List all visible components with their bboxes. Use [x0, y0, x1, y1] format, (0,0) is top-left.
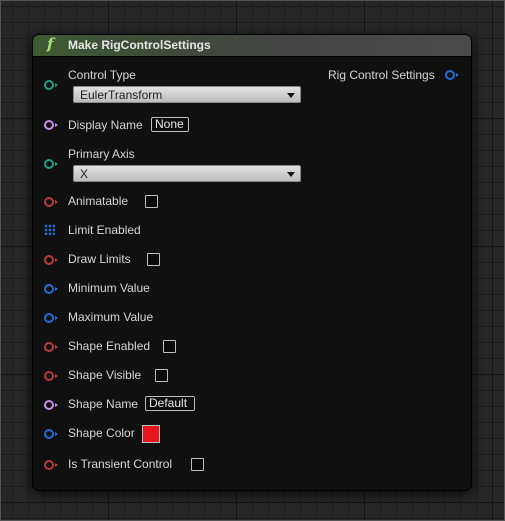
is-transient-control-pin[interactable]: [44, 460, 59, 470]
minimum-value-label: Minimum Value: [68, 281, 150, 295]
pin-ring-icon: [44, 313, 54, 323]
pin-ring-icon: [44, 255, 54, 265]
pin-arrow-icon: [55, 162, 58, 166]
node-title: Make RigControlSettings: [68, 38, 211, 52]
draw-limits-label: Draw Limits: [68, 252, 131, 266]
draw-limits-pin[interactable]: [44, 255, 59, 265]
pin-arrow-icon: [55, 374, 58, 378]
display-name-pin[interactable]: [44, 120, 59, 130]
pin-arrow-icon: [55, 123, 58, 127]
animatable-checkbox[interactable]: [145, 195, 158, 208]
pin-ring-icon: [44, 400, 54, 410]
pin-ring-icon: [44, 342, 54, 352]
control-type-dropdown[interactable]: EulerTransform: [73, 86, 301, 103]
pin-arrow-icon: [55, 463, 58, 467]
pin-arrow-icon: [55, 403, 58, 407]
pin-ring-icon: [44, 284, 54, 294]
pin-arrow-icon: [55, 200, 58, 204]
display-name-label: Display Name: [68, 118, 143, 132]
function-icon: f: [47, 35, 54, 53]
pin-ring-icon: [445, 70, 455, 80]
shape-name-pin[interactable]: [44, 400, 59, 410]
pin-ring-icon: [44, 371, 54, 381]
array-grid-icon: [44, 224, 55, 235]
draw-limits-checkbox[interactable]: [147, 253, 160, 266]
shape-enabled-checkbox[interactable]: [163, 340, 176, 353]
shape-visible-checkbox[interactable]: [155, 369, 168, 382]
pin-arrow-icon: [55, 287, 58, 291]
pin-arrow-icon: [55, 83, 58, 87]
shape-color-label: Shape Color: [68, 426, 135, 440]
output-pin-label: Rig Control Settings: [328, 68, 435, 82]
limit-enabled-label: Limit Enabled: [68, 223, 141, 237]
shape-color-swatch[interactable]: [142, 425, 160, 443]
primary-axis-pin[interactable]: [44, 159, 59, 169]
node-header[interactable]: f Make RigControlSettings: [33, 35, 471, 57]
pin-arrow-icon: [55, 345, 58, 349]
is-transient-control-checkbox[interactable]: [191, 458, 204, 471]
pin-ring-icon: [44, 80, 54, 90]
control-type-label: Control Type: [68, 68, 136, 82]
rig-control-settings-output-pin[interactable]: [445, 70, 460, 80]
animatable-label: Animatable: [68, 194, 129, 208]
pin-ring-icon: [44, 159, 54, 169]
shape-name-label: Shape Name: [68, 397, 139, 411]
minimum-value-pin[interactable]: [44, 284, 59, 294]
make-rigcontrolsettings-node[interactable]: f Make RigControlSettings Rig Control Se…: [33, 35, 471, 490]
animatable-pin[interactable]: [44, 197, 59, 207]
shape-name-input[interactable]: Default: [145, 396, 195, 411]
pin-ring-icon: [44, 197, 54, 207]
pin-ring-icon: [44, 429, 54, 439]
maximum-value-pin[interactable]: [44, 313, 59, 323]
chevron-down-icon: [287, 93, 295, 98]
pin-ring-icon: [44, 460, 54, 470]
pin-arrow-icon: [55, 316, 58, 320]
primary-axis-label: Primary Axis: [68, 147, 135, 161]
chevron-down-icon: [287, 172, 295, 177]
limit-enabled-pin[interactable]: [44, 224, 55, 235]
shape-enabled-pin[interactable]: [44, 342, 59, 352]
shape-enabled-label: Shape Enabled: [68, 339, 151, 353]
primary-axis-value: X: [80, 167, 89, 181]
primary-axis-dropdown[interactable]: X: [73, 165, 301, 182]
pin-arrow-icon: [55, 432, 58, 436]
control-type-pin[interactable]: [44, 80, 59, 90]
pin-ring-icon: [44, 120, 54, 130]
shape-color-pin[interactable]: [44, 429, 59, 439]
pin-arrow-icon: [456, 73, 459, 77]
maximum-value-label: Maximum Value: [68, 310, 154, 324]
pin-arrow-icon: [55, 258, 58, 262]
shape-visible-pin[interactable]: [44, 371, 59, 381]
is-transient-control-label: Is Transient Control: [68, 457, 173, 471]
control-type-value: EulerTransform: [80, 88, 163, 102]
shape-visible-label: Shape Visible: [68, 368, 142, 382]
display-name-input[interactable]: None: [151, 117, 189, 132]
